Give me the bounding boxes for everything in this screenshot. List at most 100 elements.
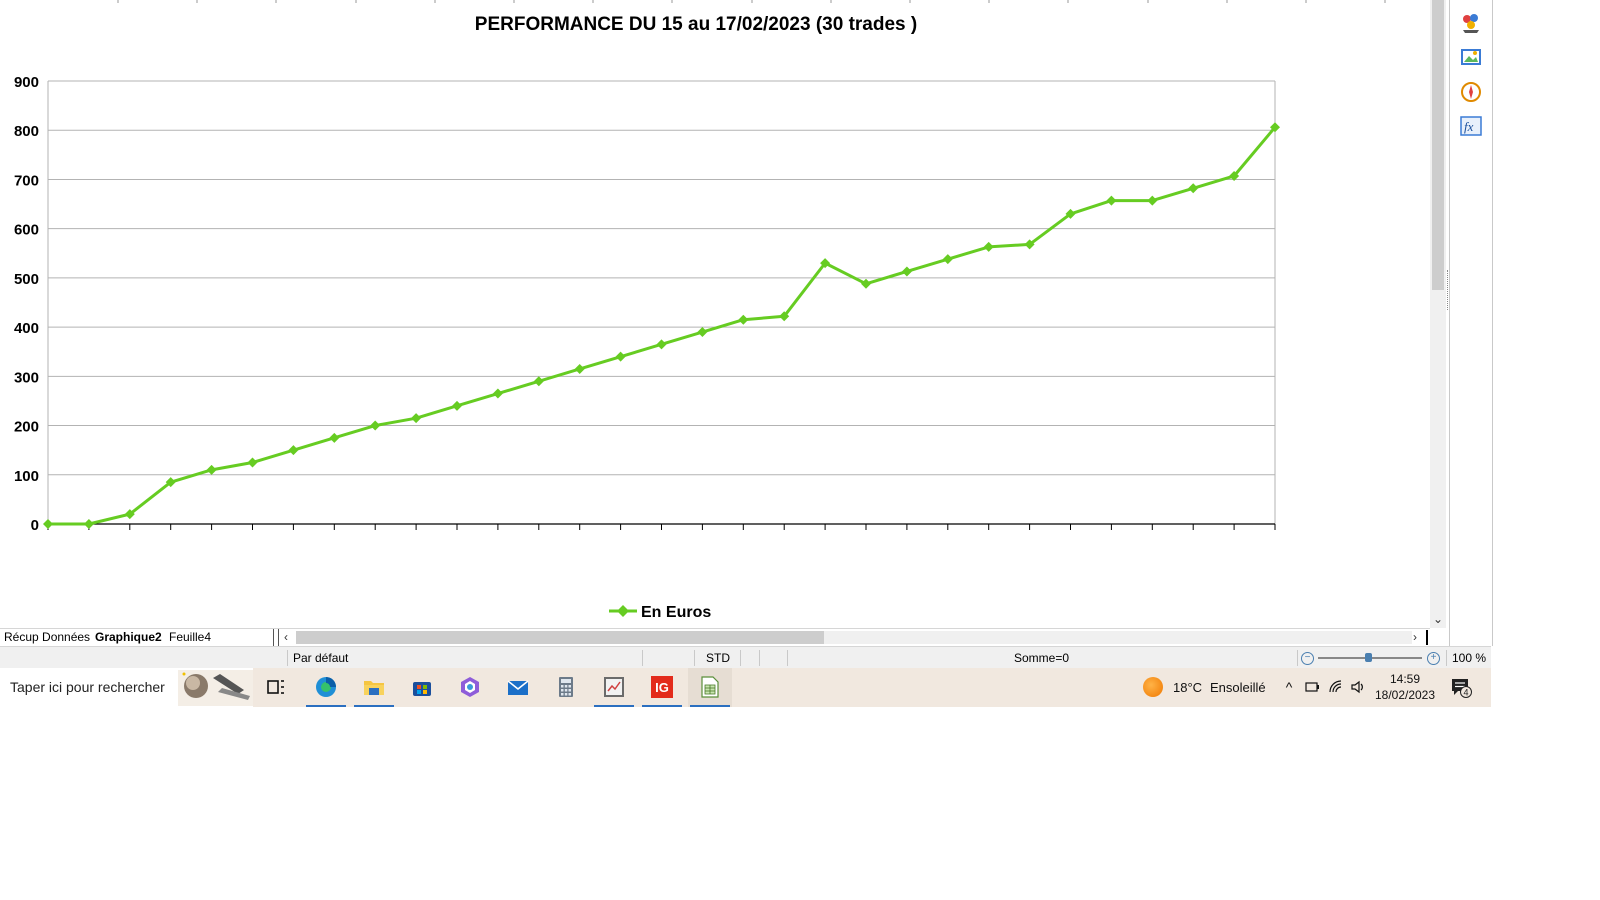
folder-icon [364, 681, 384, 695]
data-point-marker[interactable] [942, 254, 953, 265]
sheet-tab-graphique2[interactable]: Graphique2 [91, 629, 166, 646]
data-point-marker[interactable] [370, 420, 381, 431]
data-point-marker[interactable] [1188, 183, 1199, 194]
y-tick-label: 200 [14, 419, 39, 436]
y-tick-label: 600 [14, 222, 39, 239]
data-point-marker[interactable] [983, 241, 994, 252]
y-tick-label: 300 [14, 369, 39, 386]
data-point-marker[interactable] [738, 314, 749, 325]
stock-chart-icon [604, 677, 624, 697]
y-tick-label: 100 [14, 468, 39, 485]
performance-line-chart[interactable]: PERFORMANCE DU 15 au 17/02/2023 (30 trad… [0, 0, 1430, 628]
vertical-scrollbar[interactable]: ⌄ [1430, 0, 1446, 628]
scroll-right-arrow-icon[interactable]: › [1413, 629, 1423, 646]
data-point-marker[interactable] [411, 413, 422, 424]
y-tick-label: 0 [31, 517, 39, 534]
ig-running-indicator [642, 705, 682, 707]
navigator-icon[interactable] [1459, 80, 1483, 104]
data-point-marker[interactable] [1106, 195, 1117, 206]
y-tick-label: 900 [14, 74, 39, 91]
copilot-icon [461, 677, 479, 697]
sheet-tab-feuille4[interactable]: Feuille4 [165, 629, 215, 646]
horizontal-scrollbar[interactable] [296, 631, 1412, 644]
gallery-icon[interactable] [1459, 45, 1483, 69]
clock-time: 14:59 [1389, 672, 1421, 686]
copilot-button[interactable] [448, 668, 492, 707]
data-point-marker[interactable] [656, 339, 667, 350]
stock-app-button[interactable] [592, 668, 636, 707]
data-point-marker[interactable] [492, 388, 503, 399]
ig-icon: IG [651, 676, 673, 698]
data-point-marker[interactable] [206, 464, 217, 475]
taskbar: Taper ici pour rechercher IG 18°C Ensole… [0, 668, 1491, 707]
zoom-slider-knob[interactable] [1365, 653, 1372, 662]
page-style[interactable]: Par défaut [293, 647, 348, 669]
weather-condition[interactable]: Ensoleillé [1210, 668, 1266, 707]
horizontal-scroll-thumb[interactable] [296, 631, 824, 644]
data-point-marker[interactable] [615, 351, 626, 362]
calc-window: PERFORMANCE DU 15 au 17/02/2023 (30 trad… [0, 0, 1600, 900]
data-point-marker[interactable] [533, 376, 544, 387]
stock-app-running-indicator [594, 705, 634, 707]
edge-button[interactable] [304, 668, 348, 707]
y-tick-labels: 0 100 200 300 400 500 600 700 800 900 [14, 74, 39, 534]
file-explorer-button[interactable] [352, 668, 396, 707]
zoom-in-icon[interactable]: + [1427, 652, 1440, 665]
task-view-icon [267, 680, 284, 694]
weather-temperature[interactable]: 18°C [1173, 668, 1202, 707]
legend: En Euros [609, 604, 711, 621]
status-bar: Par défaut STD Somme=0 − + 100 % [0, 646, 1491, 669]
search-highlight-image [178, 670, 253, 706]
mail-button[interactable] [496, 668, 540, 707]
data-point-marker[interactable] [861, 278, 871, 289]
selection-mode[interactable]: STD [706, 647, 730, 669]
legend-label: En Euros [641, 604, 711, 621]
clock-date: 18/02/2023 [1374, 688, 1436, 702]
data-point-marker[interactable] [83, 519, 94, 529]
scroll-left-arrow-icon[interactable]: ‹ [284, 629, 294, 646]
series-layer [43, 122, 1280, 529]
series-line [48, 126, 1277, 526]
libreoffice-calc-button[interactable] [688, 668, 732, 707]
styles-icon[interactable] [1459, 10, 1483, 34]
vertical-scroll-thumb[interactable] [1432, 0, 1444, 290]
mail-icon [507, 680, 529, 695]
speaker-icon[interactable] [1350, 679, 1366, 695]
edge-icon [316, 677, 336, 697]
data-point-marker[interactable] [288, 445, 299, 456]
wifi-icon[interactable] [1328, 679, 1344, 695]
zoom-level[interactable]: 100 % [1452, 647, 1486, 669]
ig-button[interactable]: IG [640, 668, 684, 707]
functions-icon[interactable]: fx [1459, 114, 1483, 138]
scroll-down-arrow-icon[interactable]: ⌄ [1430, 610, 1446, 628]
y-tick-label: 800 [14, 123, 39, 140]
sun-icon[interactable] [1143, 677, 1163, 697]
spreadsheet-icon [701, 676, 719, 698]
data-point-marker[interactable] [43, 519, 53, 529]
y-tick-label: 700 [14, 172, 39, 189]
data-point-marker[interactable] [901, 266, 912, 277]
data-point-marker[interactable] [329, 432, 340, 443]
chart-title: PERFORMANCE DU 15 au 17/02/2023 (30 trad… [475, 14, 917, 35]
calculator-icon [559, 677, 573, 697]
taskbar-search[interactable]: Taper ici pour rechercher [0, 668, 253, 707]
selection-sum[interactable]: Somme=0 [1014, 647, 1069, 669]
data-point-marker[interactable] [697, 327, 708, 338]
y-tick-label: 400 [14, 320, 39, 337]
data-point-marker[interactable] [574, 363, 585, 374]
battery-icon[interactable] [1304, 679, 1320, 695]
chevron-up-icon[interactable]: ^ [1281, 679, 1297, 695]
task-view-button[interactable] [254, 668, 298, 707]
store-button[interactable] [400, 668, 444, 707]
sheet-tab-recup-donnees[interactable]: Récup Données [0, 629, 94, 646]
data-point-marker[interactable] [247, 457, 258, 468]
notification-count: 4 [1463, 688, 1468, 698]
calculator-button[interactable] [544, 668, 588, 707]
notification-center-icon[interactable]: 4 [1450, 677, 1474, 699]
data-point-marker[interactable] [452, 400, 462, 411]
zoom-out-icon[interactable]: − [1301, 652, 1314, 665]
clock[interactable]: 14:59 18/02/2023 [1372, 671, 1438, 703]
explorer-running-indicator [354, 705, 394, 707]
data-point-marker[interactable] [1147, 195, 1158, 206]
tab-area-resize-handle[interactable] [273, 629, 279, 646]
